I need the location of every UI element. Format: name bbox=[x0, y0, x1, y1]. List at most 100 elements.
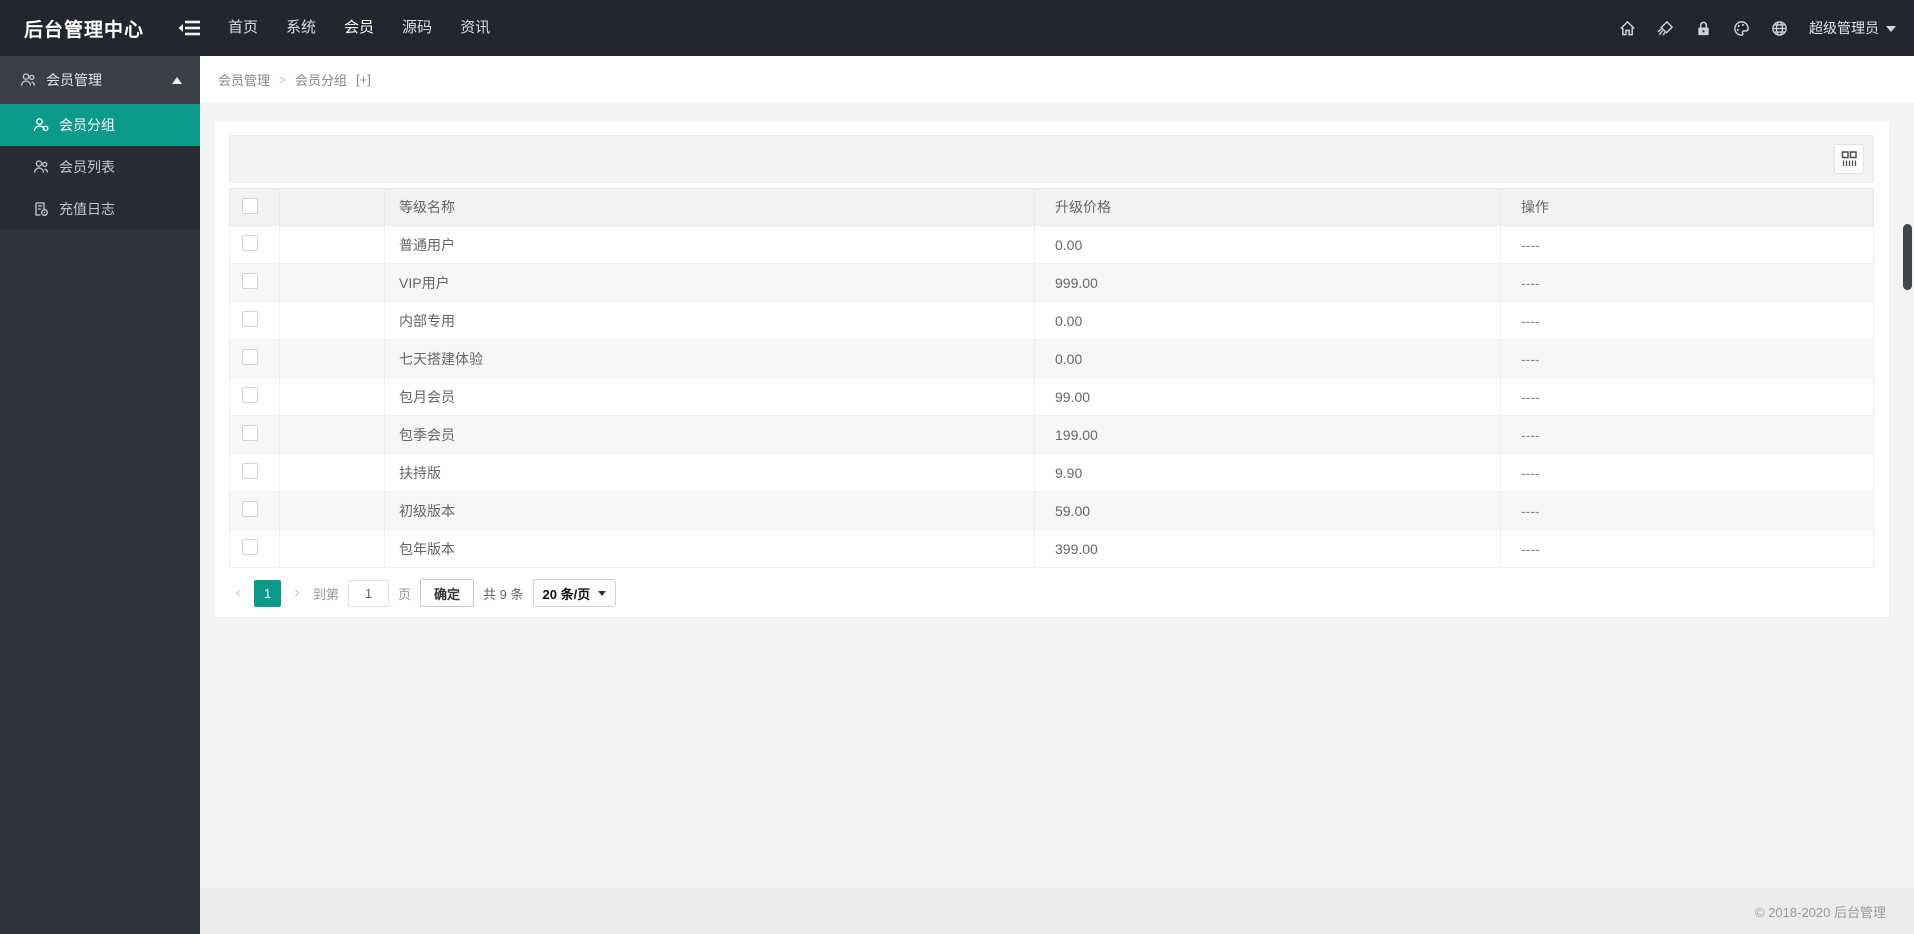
breadcrumb-current[interactable]: 会员分组 bbox=[295, 70, 347, 89]
member-groups-card: 等级名称 升级价格 操作 普通用户 0.00 ---- VIP用户 999.00… bbox=[213, 120, 1890, 618]
level-name-cell: 七天搭建体验 bbox=[384, 339, 1035, 378]
row-checkbox[interactable] bbox=[242, 539, 258, 555]
user-menu[interactable]: 超级管理员 bbox=[1809, 18, 1896, 38]
row-spacer-cell bbox=[279, 377, 385, 416]
operation-cell: ---- bbox=[1500, 301, 1874, 340]
sidebar-item-label: 充值日志 bbox=[59, 201, 115, 217]
row-checkbox[interactable] bbox=[242, 387, 258, 403]
copyright-text: © 2018-2020 后台管理 bbox=[1755, 904, 1886, 920]
row-spacer-cell bbox=[279, 301, 385, 340]
nav-item-source[interactable]: 源码 bbox=[388, 0, 446, 56]
level-name-cell: VIP用户 bbox=[384, 263, 1035, 302]
sidebar-group-member-management[interactable]: 会员管理 bbox=[0, 56, 200, 104]
row-spacer-cell bbox=[279, 491, 385, 530]
select-all-checkbox[interactable] bbox=[242, 197, 258, 214]
level-name-cell: 普通用户 bbox=[384, 225, 1035, 264]
user-group-icon bbox=[33, 117, 49, 133]
breadcrumb-separator: > bbox=[279, 72, 287, 87]
operation-cell: ---- bbox=[1500, 339, 1874, 378]
row-spacer-cell bbox=[279, 263, 385, 302]
page-size-select[interactable]: 20 条/页 bbox=[532, 579, 617, 607]
table-row: 包季会员 199.00 ---- bbox=[229, 415, 1874, 454]
row-checkbox-cell bbox=[229, 263, 280, 302]
row-spacer-cell bbox=[279, 339, 385, 378]
table-row: 内部专用 0.00 ---- bbox=[229, 301, 1874, 340]
row-checkbox[interactable] bbox=[242, 273, 258, 289]
page-footer: © 2018-2020 后台管理 bbox=[200, 888, 1914, 934]
upgrade-price-cell: 99.00 bbox=[1034, 377, 1501, 416]
sidebar-item-recharge-log[interactable]: 充值日志 bbox=[0, 188, 200, 230]
header-level-name: 等级名称 bbox=[384, 188, 1035, 226]
sidebar-item-label: 会员分组 bbox=[59, 117, 115, 133]
upgrade-price-cell: 0.00 bbox=[1034, 339, 1501, 378]
row-checkbox-cell bbox=[229, 301, 280, 340]
goto-label: 到第 bbox=[313, 586, 340, 602]
prev-page-button[interactable]: ‹ bbox=[231, 584, 245, 602]
upgrade-price-cell: 199.00 bbox=[1034, 415, 1501, 454]
current-page-button[interactable]: 1 bbox=[254, 579, 281, 607]
table-row: VIP用户 999.00 ---- bbox=[229, 263, 1874, 302]
row-checkbox-cell bbox=[229, 453, 280, 492]
app-title: 后台管理中心 bbox=[24, 19, 145, 41]
sidebar-item-member-groups[interactable]: 会员分组 bbox=[0, 104, 200, 146]
breadcrumb-root[interactable]: 会员管理 bbox=[218, 70, 270, 89]
row-checkbox[interactable] bbox=[242, 235, 258, 251]
caret-up-icon bbox=[172, 72, 182, 84]
recharge-log-icon bbox=[33, 201, 49, 217]
breadcrumb-expand[interactable]: [+] bbox=[356, 72, 371, 87]
page-scrollbar-thumb[interactable] bbox=[1903, 224, 1912, 290]
caret-down-icon bbox=[1886, 25, 1896, 37]
page-size-value: 20 条/页 bbox=[542, 586, 591, 602]
sidebar-menu-list: 会员分组 会员列表 充值日志 bbox=[0, 104, 200, 230]
brush-icon[interactable] bbox=[1657, 20, 1674, 37]
globe-icon[interactable] bbox=[1771, 20, 1788, 37]
row-checkbox[interactable] bbox=[242, 501, 258, 517]
pagination: ‹ 1 › 到第 页 确定 共 9 条 20 条/页 bbox=[229, 579, 1874, 607]
row-checkbox[interactable] bbox=[242, 463, 258, 479]
confirm-page-button[interactable]: 确定 bbox=[420, 579, 475, 607]
upgrade-price-cell: 59.00 bbox=[1034, 491, 1501, 530]
next-page-button[interactable]: › bbox=[290, 584, 304, 602]
header-operation: 操作 bbox=[1500, 188, 1874, 226]
row-checkbox[interactable] bbox=[242, 349, 258, 365]
sidebar-item-member-list[interactable]: 会员列表 bbox=[0, 146, 200, 188]
navbar-right-tools: 超级管理员 bbox=[1619, 18, 1914, 38]
operation-cell: ---- bbox=[1500, 453, 1874, 492]
header-upgrade-price: 升级价格 bbox=[1034, 188, 1501, 226]
sidebar-toggle-icon[interactable] bbox=[178, 19, 202, 37]
row-spacer-cell bbox=[279, 225, 385, 264]
nav-item-system[interactable]: 系统 bbox=[272, 0, 330, 56]
table-row: 初级版本 59.00 ---- bbox=[229, 491, 1874, 530]
lock-icon[interactable] bbox=[1695, 20, 1712, 37]
top-nav-menu: 首页 系统 会员 源码 资讯 bbox=[214, 0, 504, 66]
upgrade-price-cell: 999.00 bbox=[1034, 263, 1501, 302]
level-name-cell: 包年版本 bbox=[384, 529, 1035, 568]
nav-item-home[interactable]: 首页 bbox=[214, 0, 272, 56]
palette-icon[interactable] bbox=[1733, 20, 1750, 37]
nav-item-member[interactable]: 会员 bbox=[330, 0, 389, 66]
users-icon bbox=[20, 72, 36, 88]
user-name: 超级管理员 bbox=[1809, 20, 1879, 36]
level-name-cell: 扶持版 bbox=[384, 453, 1035, 492]
page-jump-input[interactable] bbox=[348, 579, 390, 607]
table-header-row: 等级名称 升级价格 操作 bbox=[229, 188, 1874, 226]
row-checkbox-cell bbox=[229, 415, 280, 454]
table-row: 普通用户 0.00 ---- bbox=[229, 225, 1874, 264]
operation-cell: ---- bbox=[1500, 377, 1874, 416]
row-checkbox-cell bbox=[229, 529, 280, 568]
table-columns-button[interactable] bbox=[1834, 144, 1864, 174]
top-navbar: 后台管理中心 首页 系统 会员 源码 资讯 超级管理员 bbox=[0, 0, 1914, 66]
table-row: 扶持版 9.90 ---- bbox=[229, 453, 1874, 492]
columns-icon bbox=[1840, 150, 1858, 168]
row-checkbox-cell bbox=[229, 339, 280, 378]
row-checkbox[interactable] bbox=[242, 425, 258, 441]
upgrade-price-cell: 399.00 bbox=[1034, 529, 1501, 568]
user-list-icon bbox=[33, 159, 49, 175]
header-checkbox-cell bbox=[229, 188, 280, 226]
sidebar-group-label: 会员管理 bbox=[46, 72, 102, 88]
operation-cell: ---- bbox=[1500, 263, 1874, 302]
row-checkbox[interactable] bbox=[242, 311, 258, 327]
home-icon[interactable] bbox=[1619, 20, 1636, 37]
nav-item-news[interactable]: 资讯 bbox=[446, 0, 504, 56]
table-toolbar bbox=[229, 135, 1874, 183]
